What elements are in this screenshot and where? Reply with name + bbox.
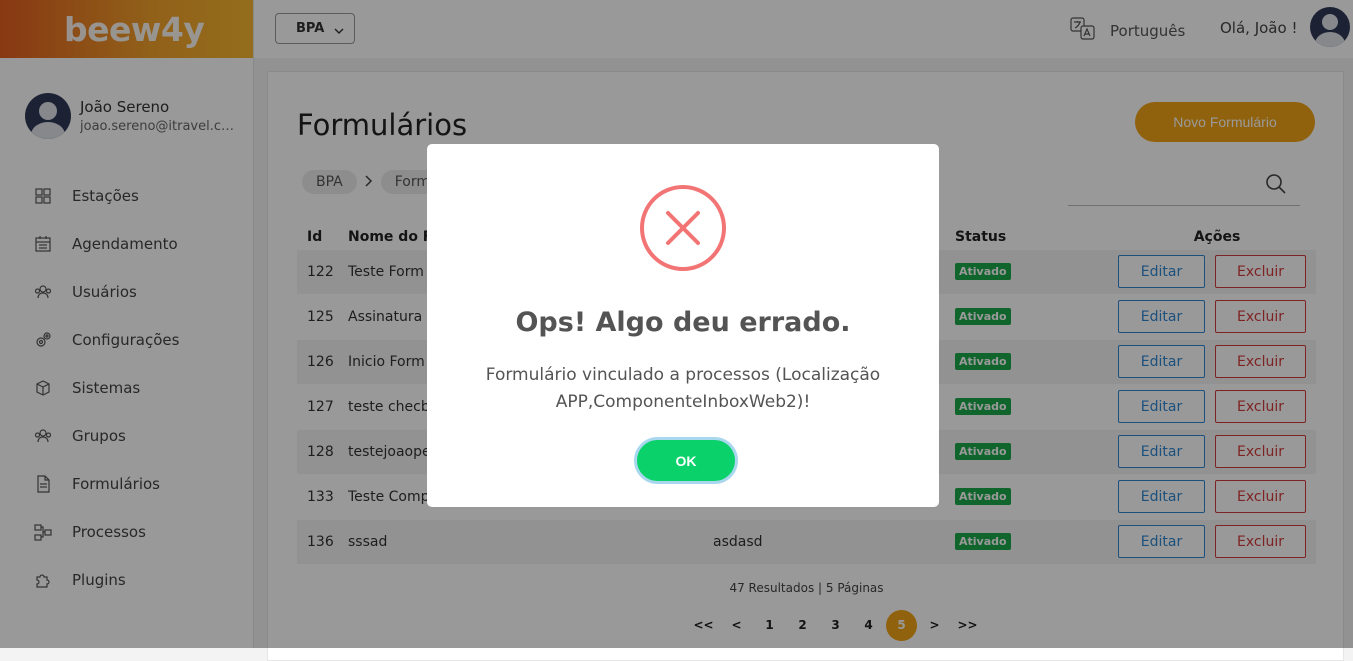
- error-dialog: Ops! Algo deu errado. Formulário vincula…: [427, 144, 939, 507]
- error-x-icon: [639, 184, 727, 272]
- dialog-message: Formulário vinculado a processos (Locali…: [485, 365, 881, 412]
- ok-button[interactable]: OK: [634, 437, 738, 484]
- dialog-title: Ops! Algo deu errado.: [515, 307, 851, 338]
